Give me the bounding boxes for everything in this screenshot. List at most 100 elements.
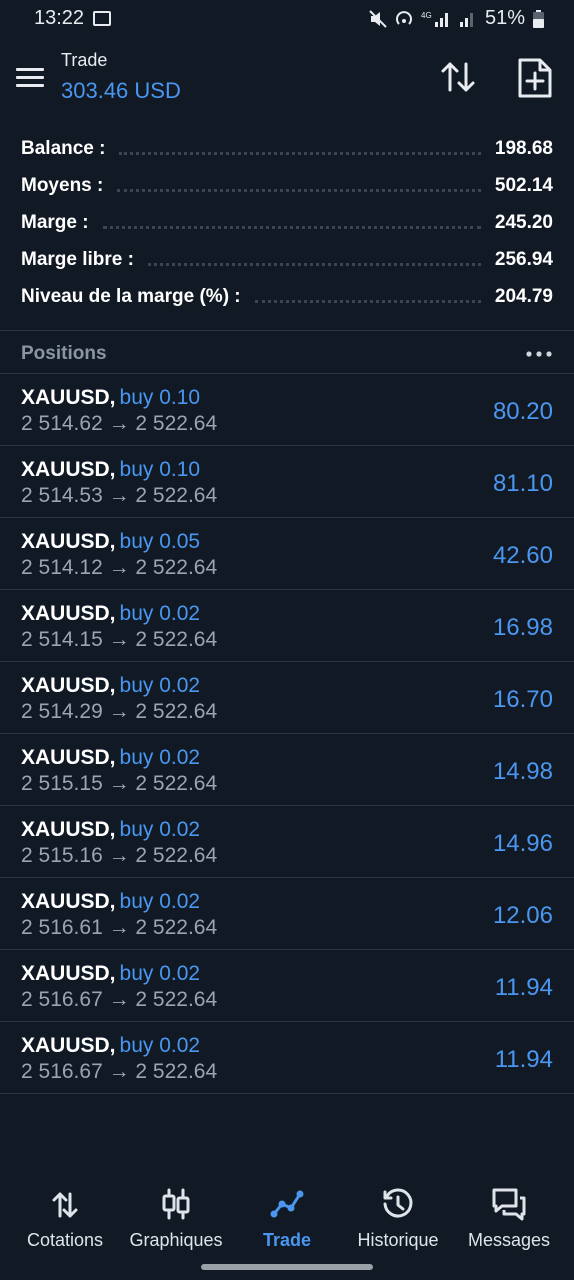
summary-value: 256.94: [494, 248, 553, 270]
summary-value: 502.14: [494, 174, 553, 196]
position-side: buy 0.05: [119, 530, 201, 553]
position-row[interactable]: XAUUSD, buy 0.02 2 515.15 → 2 522.64 14.9…: [0, 734, 574, 806]
position-row[interactable]: XAUUSD, buy 0.02 2 516.67 → 2 522.64 11.9…: [0, 950, 574, 1022]
nav-label: Cotations: [26, 1230, 104, 1250]
position-symbol: XAUUSD,: [21, 602, 116, 625]
position-prices: 2 516.67 → 2 522.64: [21, 988, 218, 1011]
summary-row-free-margin: Marge libre : 256.94: [0, 241, 574, 278]
quotes-icon: [52, 1192, 78, 1218]
summary-value: 204.79: [494, 285, 553, 307]
summary-label: Balance :: [21, 137, 106, 159]
position-symbol: XAUUSD,: [21, 386, 116, 409]
account-summary: Balance : 198.68 Moyens : 502.14 Marge :…: [0, 130, 574, 315]
position-profit: 11.94: [494, 1046, 553, 1073]
position-row[interactable]: XAUUSD, buy 0.02 2 514.15 → 2 522.64 16.9…: [0, 590, 574, 662]
page-title: Trade: [61, 50, 108, 70]
position-side: buy 0.02: [119, 602, 201, 625]
positions-header: Positions: [0, 331, 574, 373]
position-side: buy 0.10: [119, 458, 201, 481]
summary-value: 245.20: [494, 211, 553, 233]
signal-icon: [459, 12, 473, 27]
position-symbol: XAUUSD,: [21, 530, 116, 553]
nav-trade[interactable]: Trade: [231, 1172, 343, 1251]
position-symbol: XAUUSD,: [21, 1034, 116, 1057]
history-icon: [383, 1188, 413, 1218]
nav-label: Trade: [262, 1230, 312, 1250]
position-profit: 42.60: [492, 542, 553, 569]
summary-row-equity: Moyens : 502.14: [0, 167, 574, 204]
positions-title: Positions: [21, 343, 107, 364]
position-profit: 16.98: [492, 614, 553, 641]
battery-percent: 51%: [484, 7, 525, 29]
position-row[interactable]: XAUUSD, buy 0.02 2 515.16 → 2 522.64 14.9…: [0, 806, 574, 878]
dot-leader: [254, 290, 481, 303]
position-prices: 2 514.62 → 2 522.64: [21, 412, 218, 435]
position-symbol: XAUUSD,: [21, 746, 116, 769]
position-row[interactable]: XAUUSD, buy 0.05 2 514.12 → 2 522.64 42.6…: [0, 518, 574, 590]
position-profit: 11.94: [494, 974, 553, 1001]
summary-row-margin-level: Niveau de la marge (%) : 204.79: [0, 278, 574, 315]
status-icons: 4G 51%: [369, 7, 544, 30]
position-prices: 2 515.15 → 2 522.64: [21, 772, 218, 795]
position-profit: 81.10: [492, 470, 553, 497]
more-options-icon[interactable]: [526, 351, 552, 357]
position-side: buy 0.02: [119, 674, 201, 697]
position-symbol: XAUUSD,: [21, 674, 116, 697]
nav-charts[interactable]: Graphiques: [120, 1172, 232, 1251]
dot-leader: [102, 216, 481, 229]
sort-icon[interactable]: [438, 58, 478, 98]
position-profit: 14.96: [492, 830, 553, 857]
position-row[interactable]: XAUUSD, buy 0.02 2 516.67 → 2 522.64 11.9…: [0, 1022, 574, 1094]
signal-4g-icon: 4G: [421, 11, 448, 27]
svg-text:4G: 4G: [421, 11, 432, 20]
position-symbol: XAUUSD,: [21, 962, 116, 985]
position-side: buy 0.02: [119, 962, 201, 985]
position-row[interactable]: XAUUSD, buy 0.10 2 514.62 → 2 522.64 80.2…: [0, 374, 574, 446]
bottom-navigation: Cotations Graphiques Trade Historique Me…: [0, 1172, 574, 1262]
dot-leader: [117, 179, 481, 192]
status-time: 13:22: [34, 7, 85, 29]
position-side: buy 0.02: [119, 1034, 201, 1057]
account-balance: 303.46 USD: [61, 78, 181, 103]
nav-history[interactable]: Historique: [342, 1172, 454, 1251]
hotspot-icon: [396, 10, 412, 25]
position-row[interactable]: XAUUSD, buy 0.10 2 514.53 → 2 522.64 81.1…: [0, 446, 574, 518]
position-profit: 16.70: [492, 686, 553, 713]
summary-value: 198.68: [494, 137, 553, 159]
home-indicator[interactable]: [201, 1264, 373, 1270]
menu-icon[interactable]: [16, 66, 46, 90]
summary-label: Marge :: [21, 211, 89, 233]
summary-label: Niveau de la marge (%) :: [21, 285, 241, 307]
nav-messages[interactable]: Messages: [453, 1172, 565, 1251]
position-prices: 2 514.29 → 2 522.64: [21, 700, 218, 723]
nav-label: Historique: [357, 1230, 439, 1250]
dot-leader: [119, 142, 481, 155]
summary-row-balance: Balance : 198.68: [0, 130, 574, 167]
nav-label: Messages: [467, 1230, 551, 1250]
mute-icon: [369, 9, 387, 28]
position-row[interactable]: XAUUSD, buy 0.02 2 514.29 → 2 522.64 16.7…: [0, 662, 574, 734]
trade-icon: [270, 1190, 304, 1218]
status-bar: 13:22 4G 51%: [0, 0, 574, 40]
nav-quotes[interactable]: Cotations: [9, 1172, 121, 1251]
position-prices: 2 516.61 → 2 522.64: [21, 916, 218, 939]
position-side: buy 0.02: [119, 818, 201, 841]
nav-label: Graphiques: [129, 1230, 223, 1250]
dot-leader: [147, 253, 481, 266]
position-side: buy 0.02: [119, 746, 201, 769]
position-prices: 2 514.53 → 2 522.64: [21, 484, 218, 507]
position-row[interactable]: XAUUSD, buy 0.02 2 516.61 → 2 522.64 12.0…: [0, 878, 574, 950]
image-notification-icon: [93, 11, 111, 26]
position-prices: 2 514.12 → 2 522.64: [21, 556, 218, 579]
summary-row-margin: Marge : 245.20: [0, 204, 574, 241]
new-order-icon[interactable]: [516, 56, 554, 100]
position-profit: 14.98: [492, 758, 553, 785]
position-symbol: XAUUSD,: [21, 458, 116, 481]
battery-icon: [533, 9, 544, 28]
position-side: buy 0.02: [119, 890, 201, 913]
position-prices: 2 515.16 → 2 522.64: [21, 844, 218, 867]
position-prices: 2 516.67 → 2 522.64: [21, 1060, 218, 1083]
messages-icon: [492, 1188, 526, 1221]
summary-label: Moyens :: [21, 174, 104, 196]
position-profit: 80.20: [492, 398, 553, 425]
